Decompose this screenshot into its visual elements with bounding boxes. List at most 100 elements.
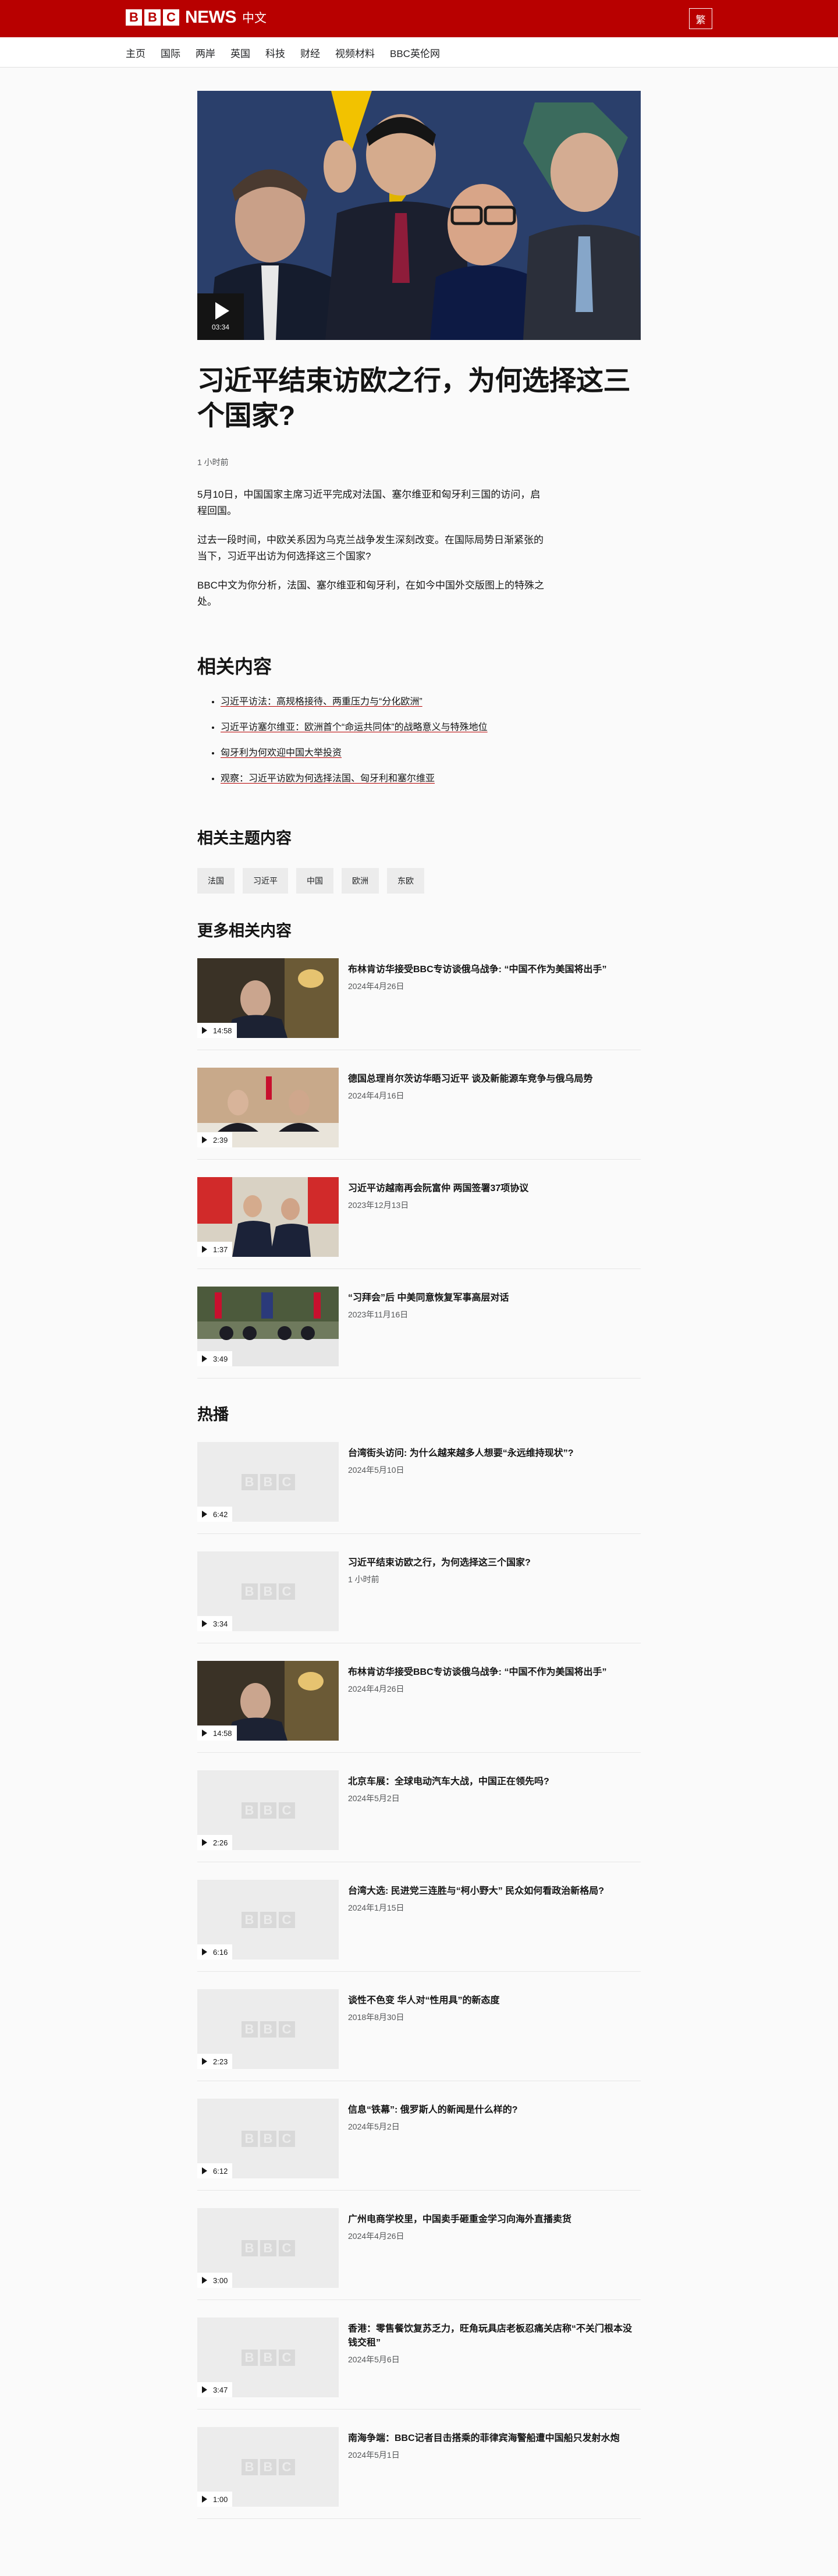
bbc-news-logo[interactable]: B B C NEWS 中文 <box>126 8 267 27</box>
placeholder-letter: C <box>278 2021 295 2038</box>
topic-tag[interactable]: 欧洲 <box>342 868 379 894</box>
duration-text: 2:26 <box>213 1838 228 1847</box>
duration-text: 1:00 <box>213 2494 228 2504</box>
topic-tag[interactable]: 法国 <box>197 868 235 894</box>
video-play-button[interactable]: 03:34 <box>197 293 244 340</box>
play-icon <box>202 2496 207 2503</box>
placeholder-letter: B <box>260 1802 276 1819</box>
nav-item-home[interactable]: 主页 <box>126 37 153 68</box>
video-thumbnail: B B C 2:26 <box>197 1770 339 1850</box>
logo-letter: C <box>163 9 179 26</box>
placeholder-letter: B <box>241 2349 258 2366</box>
video-card[interactable]: 2:39 德国总理肖尔茨访华晤习近平 谈及新能源车竞争与俄乌局势 2024年4月… <box>197 1068 641 1160</box>
card-date: 2024年5月2日 <box>348 2122 400 2131</box>
more-heading: 更多相关内容 <box>197 922 292 940</box>
duration-text: 14:58 <box>213 1728 232 1738</box>
card-date: 2023年11月16日 <box>348 1310 409 1319</box>
placeholder-letter: B <box>241 1583 258 1600</box>
duration-text: 6:12 <box>213 2166 228 2175</box>
card-date: 2018年8月30日 <box>348 2012 404 2022</box>
logo-news: NEWS <box>185 8 237 27</box>
video-card[interactable]: 1:37 习近平访越南再会阮富仲 两国签署37项协议 2023年12月13日 <box>197 1177 641 1269</box>
duration-badge: 3:34 <box>197 1616 233 1631</box>
duration-text: 3:47 <box>213 2385 228 2394</box>
video-thumbnail: B B C 6:42 <box>197 1442 339 1522</box>
video-card[interactable]: B B C 1:00 南海争端：BBC记者目击搭乘的菲律宾海警船遭中国船只发射水炮 202… <box>197 2427 641 2519</box>
play-icon <box>202 2167 207 2174</box>
placeholder-letter: B <box>241 1802 258 1819</box>
duration-text: 3:49 <box>213 1354 228 1363</box>
video-card[interactable]: B B C 3:47 香港：零售餐饮复苏乏力，旺角玩具店老板忍痛关店称“不关门根本没钱交… <box>197 2318 641 2410</box>
video-card[interactable]: B B C 6:16 台湾大选: 民进党三连胜与“柯小野大” 民众如何看政治新格局? 20… <box>197 1880 641 1972</box>
nav-item-finance[interactable]: 财经 <box>300 37 328 68</box>
logo-language: 中文 <box>242 12 267 25</box>
nav-item-cross-strait[interactable]: 两岸 <box>196 37 223 68</box>
placeholder-letter: B <box>260 1911 276 1928</box>
card-title: “习拜会”后 中美同意恢复军事高层对话 <box>348 1293 509 1303</box>
card-date: 2024年5月1日 <box>348 2450 400 2460</box>
play-icon <box>202 2277 207 2284</box>
hero-image <box>197 91 641 340</box>
topics-heading: 相关主题内容 <box>197 830 292 847</box>
card-title: 台湾大选: 民进党三连胜与“柯小野大” 民众如何看政治新格局? <box>348 1886 604 1896</box>
duration-badge: 6:12 <box>197 2163 233 2178</box>
nav-item-international[interactable]: 国际 <box>161 37 188 68</box>
video-card[interactable]: B B C 3:00 广州电商学校里，中国卖手砸重金学习向海外直播卖货 2024年4月26… <box>197 2208 641 2300</box>
video-card[interactable]: B B C 6:42 台湾街头访问: 为什么越来越多人想要“永远维持现状”? 2024年5… <box>197 1442 641 1534</box>
duration-text: 14:58 <box>213 1026 232 1035</box>
article-paragraph: 过去一段时间，中欧关系因为乌克兰战争发生深刻改变。在国际局势日渐紧张的当下，习近… <box>197 534 544 562</box>
bbc-placeholder-logo: BBC <box>241 1802 295 1819</box>
related-link[interactable]: 观察：习近平访欧为何选择法国、匈牙利和塞尔维亚 <box>221 773 641 785</box>
video-card[interactable]: B B C 6:12 信息“铁幕”: 俄罗斯人的新闻是什么样的? 2024年5月2日 <box>197 2099 641 2191</box>
hot-heading: 热播 <box>197 1406 229 1423</box>
card-title: 习近平访越南再会阮富仲 两国签署37项协议 <box>348 1184 529 1193</box>
nav-item-tech[interactable]: 科技 <box>265 37 293 68</box>
placeholder-letter: B <box>241 2130 258 2147</box>
nav-item-video[interactable]: 视频材料 <box>335 37 382 68</box>
related-link[interactable]: 习近平访塞尔维亚：欧洲首个“命运共同体”的战略意义与特殊地位 <box>221 722 641 734</box>
video-card[interactable]: 14:58 布林肯访华接受BBC专访谈俄乌战争: “中国不作为美国将出手” 2024… <box>197 1661 641 1753</box>
card-date: 2024年5月2日 <box>348 1794 400 1803</box>
play-icon <box>202 2058 207 2065</box>
article-headline: 习近平结束访欧之行，为何选择这三个国家? <box>197 365 631 431</box>
nav-item-bbc-uk[interactable]: BBC英伦网 <box>390 37 448 68</box>
duration-badge: 3:49 <box>197 1351 233 1366</box>
video-card[interactable]: 14:58 布林肯访华接受BBC专访谈俄乌战争: “中国不作为美国将出手” 20… <box>197 958 641 1050</box>
video-thumbnail: 2:39 <box>197 1068 339 1147</box>
masthead: B B C NEWS 中文 繁 <box>0 0 838 37</box>
card-date: 2024年4月26日 <box>348 981 404 991</box>
video-duration: 03:34 <box>211 323 230 331</box>
duration-badge: 3:00 <box>197 2273 233 2288</box>
card-date: 2024年4月26日 <box>348 2231 404 2241</box>
card-date: 2024年4月26日 <box>348 1684 404 1693</box>
topic-tag[interactable]: 中国 <box>296 868 333 894</box>
related-heading: 相关内容 <box>197 656 272 677</box>
bbc-placeholder-logo: BBC <box>241 2349 295 2366</box>
nav-item-uk[interactable]: 英国 <box>230 37 258 68</box>
placeholder-letter: C <box>278 2458 295 2475</box>
video-card[interactable]: B B C 3:34 习近平结束访欧之行，为何选择这三个国家? 1 小时前 <box>197 1551 641 1643</box>
card-title: 信息“铁幕”: 俄罗斯人的新闻是什么样的? <box>348 2105 518 2115</box>
placeholder-letter: C <box>278 2240 295 2256</box>
topic-tag[interactable]: 习近平 <box>243 868 288 894</box>
card-date: 1 小时前 <box>348 1575 379 1584</box>
related-link[interactable]: 习近平访法：高规格接待、两重压力与“分化欧洲” <box>221 696 641 708</box>
duration-badge: 2:39 <box>197 1132 233 1147</box>
video-card[interactable]: 3:49 “习拜会”后 中美同意恢复军事高层对话 2023年11月16日 <box>197 1287 641 1379</box>
play-icon <box>202 1620 207 1627</box>
card-title: 北京车展：全球电动汽车大战，中国正在领先吗? <box>348 1777 549 1787</box>
related-link[interactable]: 匈牙利为何欢迎中国大举投资 <box>221 747 641 759</box>
duration-badge: 6:16 <box>197 1944 233 1960</box>
duration-badge: 1:00 <box>197 2492 233 2507</box>
card-date: 2024年5月10日 <box>348 1465 404 1475</box>
traditional-chinese-button[interactable]: 繁 <box>689 8 712 29</box>
video-card[interactable]: B B C 2:23 谈性不色变 华人对“性用具”的新态度 2018年8月30日 <box>197 1989 641 2081</box>
duration-text: 6:16 <box>213 1947 228 1957</box>
hero-video-player[interactable]: 03:34 <box>197 91 641 340</box>
play-icon <box>202 1839 207 1846</box>
video-card[interactable]: B B C 2:26 北京车展：全球电动汽车大战，中国正在领先吗? 2024年5月2日 <box>197 1770 641 1862</box>
topic-tag[interactable]: 东欧 <box>387 868 424 894</box>
video-thumbnail: 1:37 <box>197 1177 339 1257</box>
video-thumbnail: B B C 3:00 <box>197 2208 339 2288</box>
card-title: 布林肯访华接受BBC专访谈俄乌战争: “中国不作为美国将出手” <box>348 965 607 975</box>
